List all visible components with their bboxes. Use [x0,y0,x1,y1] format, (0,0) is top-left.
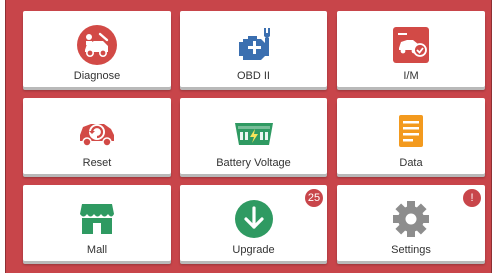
upgrade-tile[interactable]: Upgrade 25 [180,185,327,261]
car-check-icon [388,22,434,68]
update-count-badge: 25 [305,189,323,207]
battery-voltage-tile[interactable]: Battery Voltage [180,98,327,174]
tile-label: Upgrade [232,244,275,256]
reset-tile[interactable]: Reset [23,98,171,174]
im-tile[interactable]: I/M [337,11,485,87]
battery-icon [231,109,277,155]
tile-label: Settings [391,244,431,256]
car-diagnose-icon [74,22,120,68]
data-tile[interactable]: Data [337,98,485,174]
tile-label: Battery Voltage [216,157,291,169]
document-icon [388,109,434,155]
engine-wrench-icon [231,22,277,68]
settings-tile[interactable]: Settings ! [337,185,485,261]
car-reset-icon [74,109,120,155]
tile-label: Mall [86,244,108,256]
alert-badge: ! [463,189,481,207]
app-screen: Diagnose OBD II I/M Reset Battery Voltag… [5,0,492,273]
tile-label: Data [399,157,423,169]
mall-tile[interactable]: Mall [23,185,171,261]
gear-icon [388,196,434,242]
tile-label: OBD II [236,70,270,82]
tile-label: Reset [82,157,112,169]
tile-label: I/M [403,70,419,82]
store-icon [74,196,120,242]
download-arrow-icon [231,196,277,242]
obd2-tile[interactable]: OBD II [180,11,327,87]
diagnose-tile[interactable]: Diagnose [23,11,171,87]
tile-label: Diagnose [73,70,121,82]
